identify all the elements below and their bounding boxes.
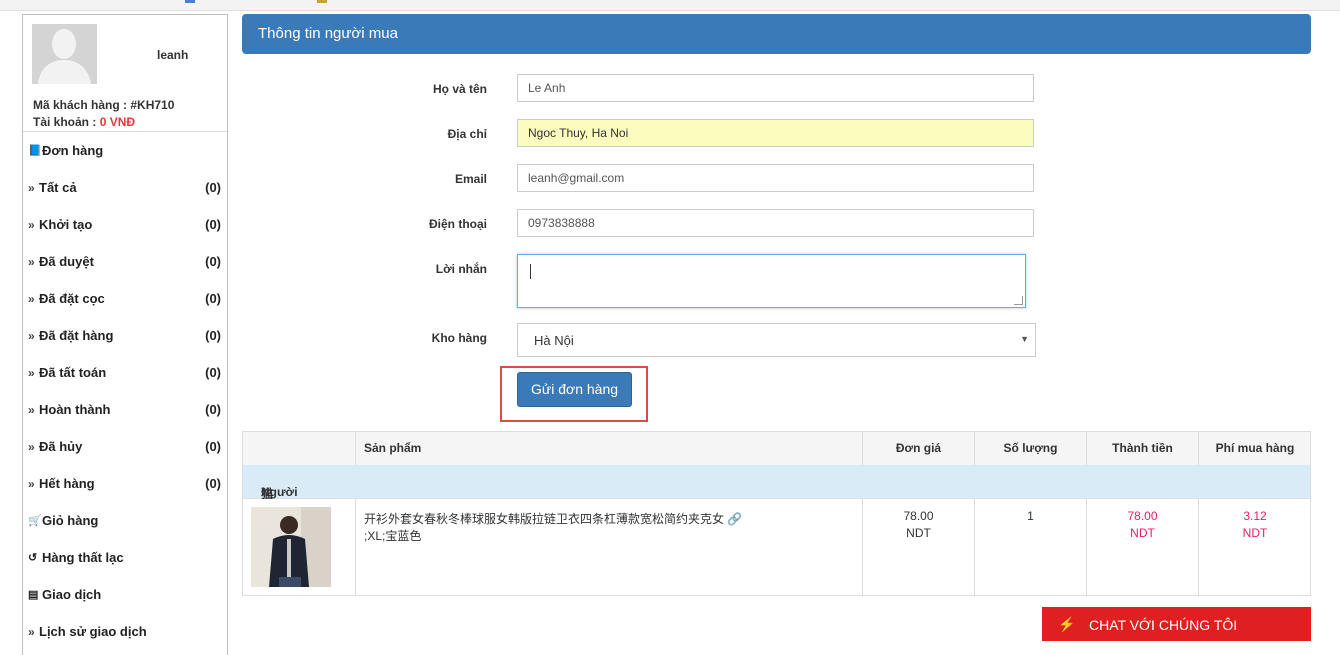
sidebar-item-all[interactable]: » Tất cả (0) — [23, 169, 227, 206]
name-label: Họ và tên — [432, 82, 487, 96]
cart-icon: 🛒 — [28, 515, 42, 527]
warehouse-select[interactable]: Hà Nội ▼ — [517, 323, 1036, 357]
chevron-right-icon: » — [28, 624, 35, 639]
sidebar-item-lost-goods[interactable]: ↺ Hàng thất lạc — [23, 539, 227, 576]
fee-cell: 3.12 NDT — [1198, 499, 1311, 595]
product-thumbnail[interactable] — [251, 507, 331, 587]
panel-header: Thông tin người mua — [242, 14, 1311, 54]
table-header: Sản phẩm Đơn giá Số lượng Thành tiền Phí… — [242, 431, 1311, 466]
link-icon[interactable]: 🔗 — [727, 512, 742, 526]
chevron-right-icon: » — [28, 217, 35, 232]
resize-grip[interactable] — [1014, 296, 1023, 305]
phone-field[interactable] — [517, 209, 1034, 237]
sidebar-item-cancelled[interactable]: » Đã hủy (0) — [23, 428, 227, 465]
table-row: 开衫外套女春秋冬棒球服女韩版拉链卫衣四条杠薄款宽松简约夹克女 🔗 ;XL;宝蓝色… — [242, 499, 1311, 596]
message-textarea[interactable] — [517, 254, 1026, 308]
phone-label: Điện thoại — [428, 217, 487, 231]
sidebar: leanh Mã khách hàng : #KH710 Tài khoản :… — [22, 14, 228, 655]
panel-title: Thông tin người mua — [258, 25, 398, 42]
seller-row: Người bán : 猫咪旗舰店 — [242, 465, 1311, 569]
th-quantity: Số lượng — [974, 432, 1086, 465]
sidebar-item-completed[interactable]: » Hoàn thành (0) — [23, 391, 227, 428]
sidebar-orders-heading[interactable]: 📘 Đơn hàng — [23, 132, 227, 169]
sidebar-item-approved[interactable]: » Đã duyệt (0) — [23, 243, 227, 280]
customer-info: Mã khách hàng : #KH710 Tài khoản : 0 VNĐ — [33, 98, 175, 129]
address-label: Địa chỉ — [447, 127, 487, 141]
username: leanh — [157, 48, 189, 62]
sidebar-item-cart[interactable]: 🛒 Giỏ hàng — [23, 502, 227, 539]
th-product: Sản phẩm — [355, 432, 870, 465]
chevron-right-icon: » — [28, 402, 35, 417]
unit-price-cell: 78.00 NDT — [862, 499, 974, 595]
sidebar-menu: 📘 Đơn hàng » Tất cả (0) » Khởi tạo (0) » Đã d… — [23, 132, 227, 650]
chevron-down-icon: ▼ — [1020, 334, 1029, 344]
customer-code: #KH710 — [130, 98, 175, 112]
sidebar-item-out-of-stock[interactable]: » Hết hàng (0) — [23, 465, 227, 502]
book-icon: 📘 — [28, 145, 42, 157]
chevron-right-icon: » — [28, 254, 35, 269]
th-unit-price: Đơn giá — [862, 432, 974, 465]
chevron-right-icon: » — [28, 365, 35, 380]
product-name[interactable]: 开衫外套女春秋冬棒球服女韩版拉链卫衣四条杠薄款宽松简约夹克女 — [364, 512, 724, 526]
money-icon: ▤ — [28, 589, 39, 601]
address-field[interactable] — [517, 119, 1034, 147]
sidebar-item-transaction-history[interactable]: » Lịch sử giao dịch — [23, 613, 227, 650]
sidebar-item-settled[interactable]: » Đã tất toán (0) — [23, 354, 227, 391]
total-cell: 78.00 NDT — [1086, 499, 1198, 595]
chevron-right-icon: » — [28, 328, 35, 343]
chevron-right-icon: » — [28, 476, 35, 491]
chevron-right-icon: » — [28, 439, 35, 454]
email-field[interactable] — [517, 164, 1034, 192]
name-field[interactable] — [517, 74, 1034, 102]
avatar — [32, 24, 97, 84]
chat-label: CHAT VỚI CHÚNG TÔI — [1089, 617, 1238, 633]
text-caret — [530, 264, 531, 279]
chevron-right-icon: » — [28, 291, 35, 306]
th-total: Thành tiền — [1086, 432, 1198, 465]
message-label: Lời nhắn — [435, 262, 487, 276]
quantity-cell: 1 — [974, 499, 1086, 595]
balance: 0 VNĐ — [99, 115, 136, 129]
chat-button[interactable]: ⚡ CHAT VỚI CHÚNG TÔI — [1042, 607, 1311, 641]
submit-order-button[interactable]: Gửi đơn hàng — [517, 372, 632, 407]
chevron-right-icon: » — [28, 180, 35, 195]
sidebar-item-ordered[interactable]: » Đã đặt hàng (0) — [23, 317, 227, 354]
history-icon: ↺ — [28, 552, 38, 564]
warehouse-selected-value: Hà Nội — [534, 333, 574, 348]
product-variant: ;XL;宝蓝色 — [364, 529, 422, 543]
product-cell: 开衫外套女春秋冬棒球服女韩版拉链卫衣四条杠薄款宽松简约夹克女 🔗 ;XL;宝蓝色 — [355, 499, 862, 595]
email-label: Email — [454, 172, 487, 186]
bolt-icon: ⚡ — [1058, 616, 1076, 632]
sidebar-item-initiated[interactable]: » Khởi tạo (0) — [23, 206, 227, 243]
browser-bar — [0, 0, 1340, 11]
sidebar-item-deposited[interactable]: » Đã đặt cọc (0) — [23, 280, 227, 317]
sidebar-item-transactions[interactable]: ▤ Giao dịch — [23, 576, 227, 613]
warehouse-label: Kho hàng — [431, 331, 487, 345]
th-fee: Phí mua hàng — [1198, 432, 1311, 465]
